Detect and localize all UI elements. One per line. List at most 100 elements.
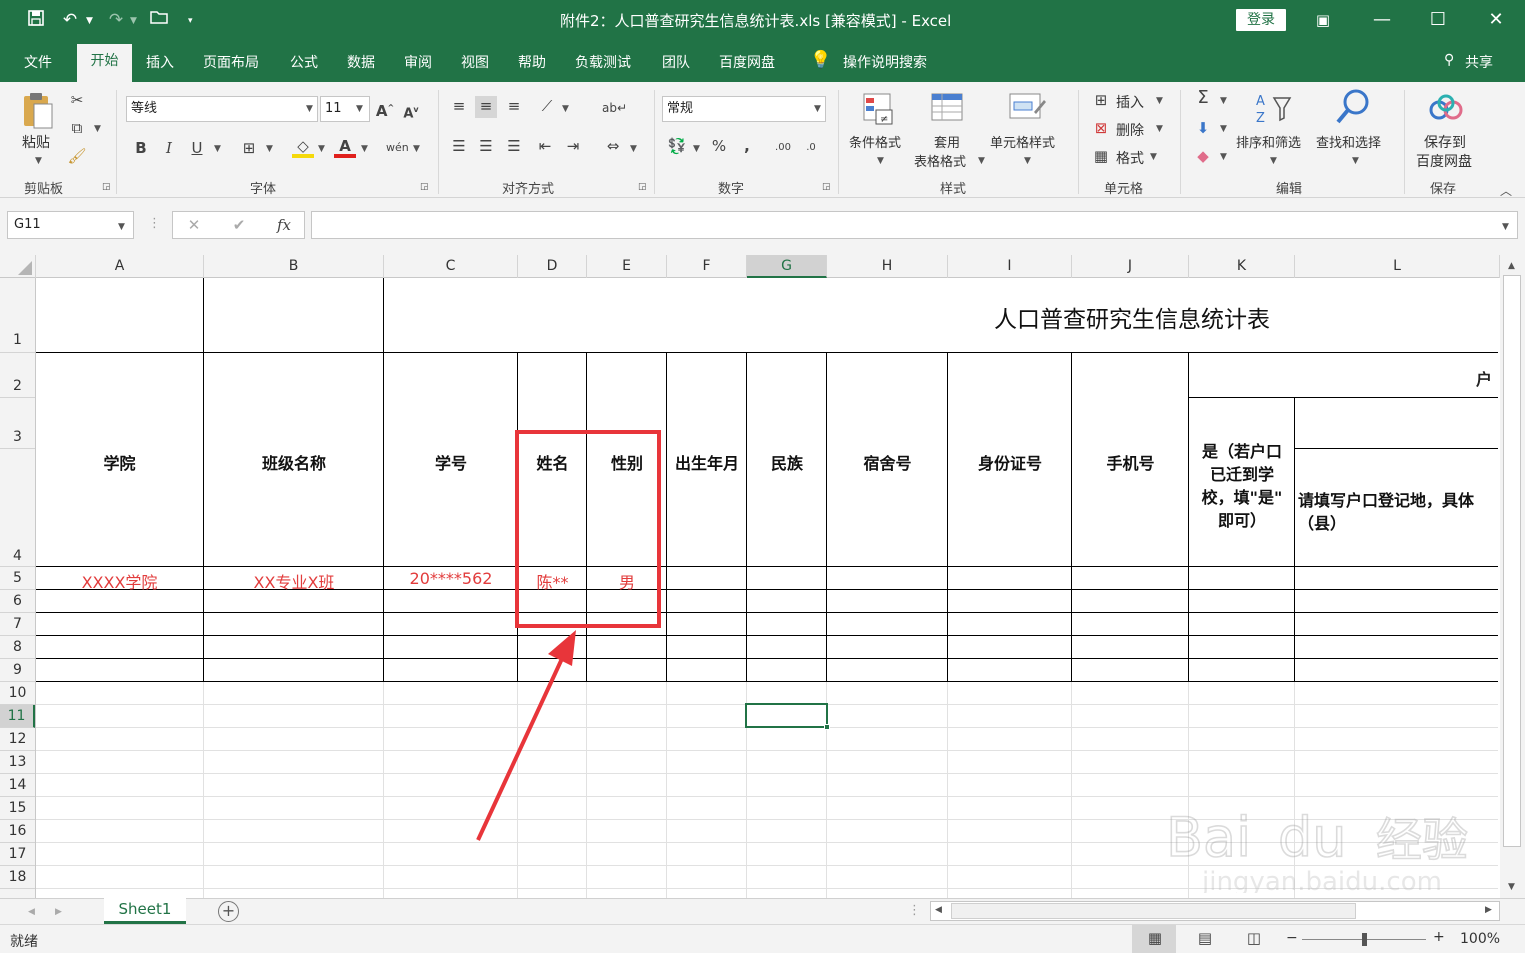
conditional-formatting-icon[interactable]: ≠ <box>862 92 896 126</box>
zoom-slider-thumb[interactable] <box>1362 933 1367 946</box>
tab-review[interactable]: 审阅 <box>404 52 432 72</box>
bold-icon[interactable]: B <box>130 138 152 160</box>
font-color-icon[interactable]: A <box>334 136 356 158</box>
accounting-format-icon[interactable]: 💱 <box>666 136 688 158</box>
scroll-down-icon[interactable]: ▼ <box>1508 882 1515 892</box>
row-header[interactable]: 6 <box>0 590 35 613</box>
row-header[interactable]: 1 <box>0 278 35 353</box>
row-header[interactable]: 2 <box>0 353 35 398</box>
fill-dropdown-icon[interactable]: ▼ <box>1220 124 1227 134</box>
font-size-dropdown-icon[interactable]: ▼ <box>356 104 363 114</box>
scroll-right-icon[interactable]: ▶ <box>1485 905 1492 915</box>
tab-formulas[interactable]: 公式 <box>290 52 318 72</box>
underline-icon[interactable]: U <box>186 138 208 160</box>
delete-cells-button[interactable]: 删除 <box>1116 120 1144 140</box>
column-header-b[interactable]: B <box>204 255 384 278</box>
merge-center-icon[interactable]: ⇔ <box>602 136 624 158</box>
align-right-icon[interactable]: ☰ <box>503 136 525 158</box>
zoom-out-icon[interactable]: − <box>1286 930 1298 946</box>
baidu-netdisk-icon[interactable] <box>1428 94 1464 122</box>
formula-bar-grip-icon[interactable]: ⋮ <box>148 216 161 231</box>
row-header[interactable]: 10 <box>0 682 35 705</box>
font-launcher-icon[interactable]: ◲ <box>420 182 429 192</box>
number-format-dropdown-icon[interactable]: ▼ <box>814 104 821 114</box>
paste-dropdown-icon[interactable]: ▼ <box>35 156 42 166</box>
decrease-decimal-icon[interactable]: .0 <box>800 138 822 160</box>
cell-student-id[interactable]: 20****562 <box>384 569 518 588</box>
cell-styles-dropdown-icon[interactable]: ▼ <box>1024 156 1031 166</box>
normal-view-icon[interactable]: ▦ <box>1144 928 1166 950</box>
open-folder-icon[interactable] <box>148 9 172 31</box>
column-header-a[interactable]: A <box>36 255 204 278</box>
grow-font-icon[interactable]: A^ <box>374 98 396 120</box>
font-color-dropdown-icon[interactable]: ▼ <box>361 144 368 154</box>
format-as-table-label1[interactable]: 套用 <box>934 132 960 151</box>
column-header-e[interactable]: E <box>587 255 667 278</box>
copy-dropdown-icon[interactable]: ▼ <box>94 124 101 134</box>
confirm-entry-icon[interactable]: ✔ <box>228 215 250 237</box>
tab-page-layout[interactable]: 页面布局 <box>203 52 259 72</box>
page-layout-view-icon[interactable]: ▤ <box>1194 928 1216 950</box>
row-header[interactable]: 13 <box>0 751 35 774</box>
format-as-table-label2[interactable]: 表格格式 <box>914 151 966 170</box>
column-header-h[interactable]: H <box>827 255 948 278</box>
font-name-box[interactable]: 等线 <box>126 96 318 122</box>
phonetic-guide-icon[interactable]: wén <box>386 138 409 160</box>
column-header-d[interactable]: D <box>518 255 587 278</box>
share-button[interactable]: 共享 <box>1465 52 1493 72</box>
minimize-icon[interactable]: — <box>1362 8 1402 32</box>
ribbon-display-options-icon[interactable]: ▣ <box>1303 8 1343 32</box>
wrap-text-icon[interactable]: ab↵ <box>602 98 627 120</box>
insert-function-button[interactable]: fx <box>273 215 295 237</box>
accounting-dropdown-icon[interactable]: ▼ <box>693 144 700 154</box>
insert-cells-button[interactable]: 插入 <box>1116 92 1144 112</box>
align-left-icon[interactable]: ☰ <box>448 136 470 158</box>
font-name-dropdown-icon[interactable]: ▼ <box>306 104 313 114</box>
name-box-dropdown-icon[interactable]: ▼ <box>118 222 125 232</box>
select-all-button[interactable] <box>0 255 36 278</box>
cancel-entry-icon[interactable]: ✕ <box>183 215 205 237</box>
row-header[interactable]: 12 <box>0 728 35 751</box>
fill-icon[interactable]: ⬇ <box>1192 118 1214 140</box>
comma-style-icon[interactable]: , <box>736 136 758 158</box>
insert-cells-icon[interactable]: ⊞ <box>1090 90 1112 112</box>
number-launcher-icon[interactable]: ◲ <box>822 182 831 192</box>
format-as-table-dropdown-icon[interactable]: ▼ <box>978 156 985 166</box>
save-icon[interactable] <box>24 9 48 33</box>
collapse-ribbon-icon[interactable]: ︿ <box>1500 182 1512 199</box>
row-header-selected[interactable]: 11 <box>0 705 35 728</box>
row-header[interactable]: 4 <box>0 449 35 567</box>
tab-team[interactable]: 团队 <box>662 52 690 72</box>
tab-home[interactable]: 开始 <box>77 44 132 82</box>
expand-formula-bar-icon[interactable]: ▼ <box>1502 222 1509 232</box>
tell-me-search[interactable]: 操作说明搜索 <box>843 52 927 72</box>
paste-button[interactable]: 粘贴 <box>22 132 50 152</box>
tab-data[interactable]: 数据 <box>347 52 375 72</box>
sort-filter-icon[interactable]: AZ <box>1254 90 1294 126</box>
scroll-tabs-right-icon[interactable]: ▶ <box>55 907 62 917</box>
tab-view[interactable]: 视图 <box>461 52 489 72</box>
increase-indent-icon[interactable]: ⇥ <box>562 136 584 158</box>
customize-quick-access-icon[interactable]: ▾ <box>188 16 193 26</box>
row-header[interactable]: 3 <box>0 398 35 449</box>
bottom-align-icon[interactable]: ≡ <box>503 96 525 118</box>
redo-icon[interactable]: ↷ <box>104 9 128 31</box>
column-header-f[interactable]: F <box>667 255 747 278</box>
zoom-level[interactable]: 100% <box>1460 931 1500 947</box>
save-to-netdisk-line1[interactable]: 保存到 <box>1424 132 1466 152</box>
scroll-thumb[interactable] <box>1503 275 1521 847</box>
align-center-icon[interactable]: ☰ <box>475 136 497 158</box>
column-header-l[interactable]: L <box>1295 255 1500 278</box>
cell-styles-icon[interactable] <box>1008 92 1048 126</box>
merge-dropdown-icon[interactable]: ▼ <box>630 144 637 154</box>
insert-dropdown-icon[interactable]: ▼ <box>1156 96 1163 106</box>
row-header[interactable]: 14 <box>0 774 35 797</box>
column-header-k[interactable]: K <box>1189 255 1295 278</box>
fill-handle[interactable] <box>824 724 830 730</box>
maximize-icon[interactable]: ☐ <box>1418 8 1458 32</box>
format-painter-icon[interactable]: 🖌 <box>66 146 88 168</box>
format-dropdown-icon[interactable]: ▼ <box>1150 152 1157 162</box>
active-cell-g11[interactable] <box>745 703 828 728</box>
sort-filter-button[interactable]: 排序和筛选 <box>1236 132 1301 151</box>
cell-area[interactable]: 人口普查研究生信息统计表 户 学院 班级名称 学号 姓名 性别 出生年月 民族 … <box>36 278 1498 898</box>
